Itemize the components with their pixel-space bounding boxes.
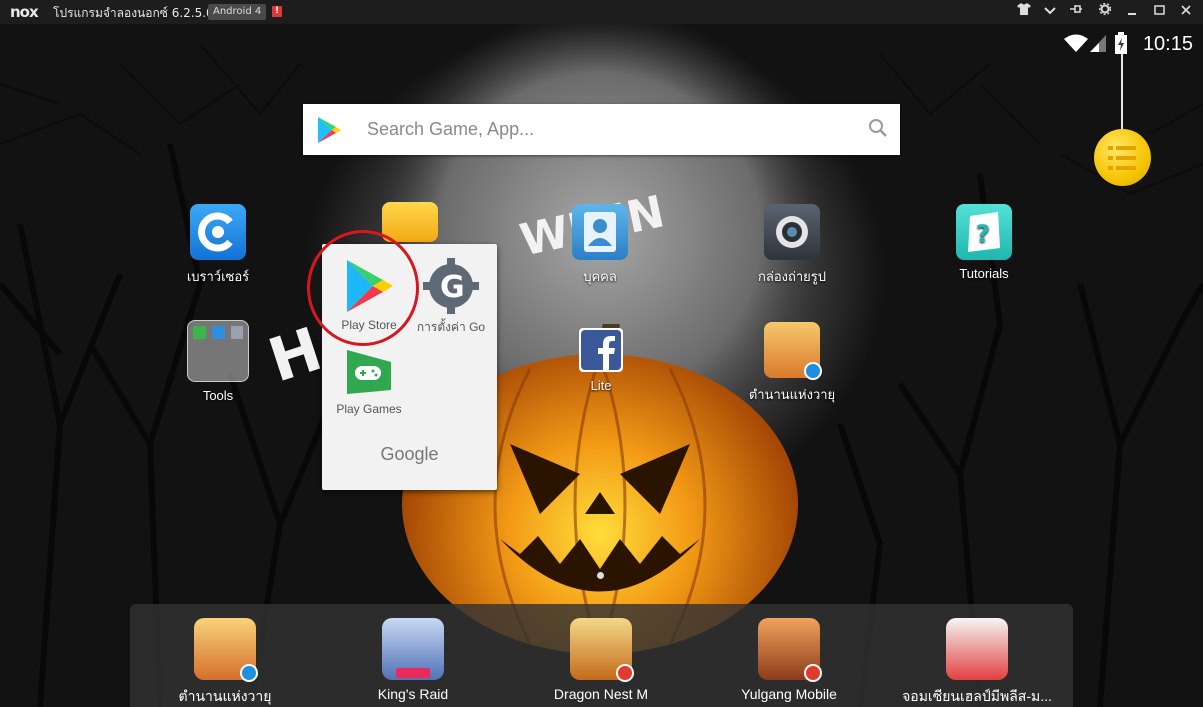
clock: 10:15	[1142, 33, 1193, 55]
dock-label-dragon-nest: Dragon Nest M	[553, 686, 649, 702]
camera-app[interactable]: กล่องถ่ายรูป	[737, 204, 847, 287]
search-bar[interactable]: Search Game, App...	[303, 104, 900, 155]
google-settings-label: การตั้งค่า Go	[416, 320, 486, 334]
browser-icon	[190, 204, 246, 260]
minimize-icon[interactable]	[1123, 3, 1141, 21]
dock-label-jom-sian: จอมเซียนเฮลป์มีพลีส-ม...	[902, 688, 1052, 704]
tutorials-icon: ?	[956, 204, 1012, 260]
nox-logo: nox	[10, 3, 39, 21]
download-icon	[193, 326, 206, 339]
dock-label-yulgang: Yulgang Mobile	[741, 686, 837, 702]
tools-label: Tools	[202, 388, 234, 403]
play-games-icon	[347, 350, 391, 394]
dock-app-dragon-nest[interactable]: Dragon Nest M	[516, 618, 686, 702]
contacts-label: บุคคล	[583, 269, 617, 284]
contacts-app[interactable]: บุคคล	[545, 204, 655, 287]
dock-label-kings-raid: King's Raid	[377, 686, 449, 702]
game-legend-icon	[764, 322, 822, 380]
dock-label-legend: ตำนานแห่งวายุ	[178, 688, 272, 704]
game-legend-app[interactable]: ตำนานแห่งวายุ	[737, 322, 847, 405]
window-title: โปรแกรมจำลองนอกซ์ 6.2.5.0	[53, 6, 214, 20]
badge-icon	[804, 664, 822, 682]
chevron-down-icon[interactable]	[1041, 3, 1059, 21]
badge-icon	[240, 664, 258, 682]
highlight-circle	[307, 230, 419, 346]
search-icon[interactable]	[868, 118, 888, 138]
pin-icon[interactable]	[1067, 3, 1085, 21]
tutorials-label: Tutorials	[959, 266, 1009, 281]
google-settings-app[interactable]: G การตั้งค่า Go	[406, 258, 496, 337]
play-games-label: Play Games	[336, 402, 402, 416]
dock-app-kings-raid[interactable]: King's Raid	[328, 618, 498, 702]
contacts-icon	[572, 204, 628, 260]
dragon-nest-icon	[570, 618, 634, 682]
tools-folder-icon	[187, 320, 249, 382]
maximize-icon[interactable]	[1150, 3, 1168, 21]
task-list-button[interactable]	[1094, 129, 1151, 186]
gear-icon[interactable]	[1096, 2, 1114, 21]
signal-icon	[1090, 35, 1106, 52]
calculator-icon	[231, 326, 243, 339]
close-icon[interactable]	[1177, 3, 1195, 21]
dock-app-yulgang[interactable]: Yulgang Mobile	[704, 618, 874, 702]
tools-folder[interactable]: Tools	[163, 320, 273, 403]
game-legend-label: ตำนานแห่งวายุ	[748, 387, 836, 402]
wifi-icon	[1064, 34, 1088, 52]
dock-app-jom-sian[interactable]: จอมเซียนเฮลป์มีพลีส-ม...	[892, 618, 1062, 707]
android-version-badge: Android 4	[208, 4, 267, 20]
camera-label: กล่องถ่ายรูป	[757, 269, 826, 284]
android-home-screen: WEEN H 10:15	[0, 24, 1203, 707]
warning-icon[interactable]: !	[272, 6, 282, 17]
page-indicator	[597, 572, 604, 579]
folder-name[interactable]: Google	[322, 444, 497, 465]
search-input[interactable]: Search Game, App...	[367, 119, 534, 140]
camera-icon	[764, 204, 820, 260]
list-icon	[1108, 146, 1136, 170]
legend-game-icon	[194, 618, 258, 682]
browser-app[interactable]: เบราว์เซอร์	[163, 204, 273, 287]
facebook-lite-app[interactable]: Lite	[546, 328, 656, 393]
browser-label: เบราว์เซอร์	[186, 269, 250, 284]
dock: ตำนานแห่งวายุ King's Raid Dragon Nest M …	[130, 604, 1073, 707]
play-store-logo-icon	[318, 117, 341, 143]
svg-text:G: G	[440, 270, 465, 305]
jom-sian-icon	[946, 618, 1008, 680]
shirt-icon[interactable]	[1015, 3, 1033, 21]
folder-icon	[382, 202, 438, 242]
tutorials-app[interactable]: ? Tutorials	[929, 204, 1039, 281]
screen-icon	[212, 326, 225, 339]
play-games-app[interactable]: Play Games	[324, 344, 414, 416]
title-bar: nox โปรแกรมจำลองนอกซ์ 6.2.5.0 Android 4 …	[0, 0, 1203, 24]
facebook-lite-label: Lite	[590, 378, 612, 393]
facebook-icon	[579, 328, 623, 372]
battery-charging-icon	[1115, 32, 1127, 54]
kings-raid-icon	[382, 618, 444, 680]
badge-icon	[616, 664, 634, 682]
hanging-rope	[1121, 54, 1123, 130]
badge-icon	[804, 362, 822, 380]
update-badge-icon	[396, 668, 430, 678]
yulgang-icon	[758, 618, 822, 682]
svg-text:?: ?	[976, 220, 990, 248]
dock-app-legend[interactable]: ตำนานแห่งวายุ	[140, 618, 310, 707]
google-settings-icon: G	[423, 258, 479, 314]
